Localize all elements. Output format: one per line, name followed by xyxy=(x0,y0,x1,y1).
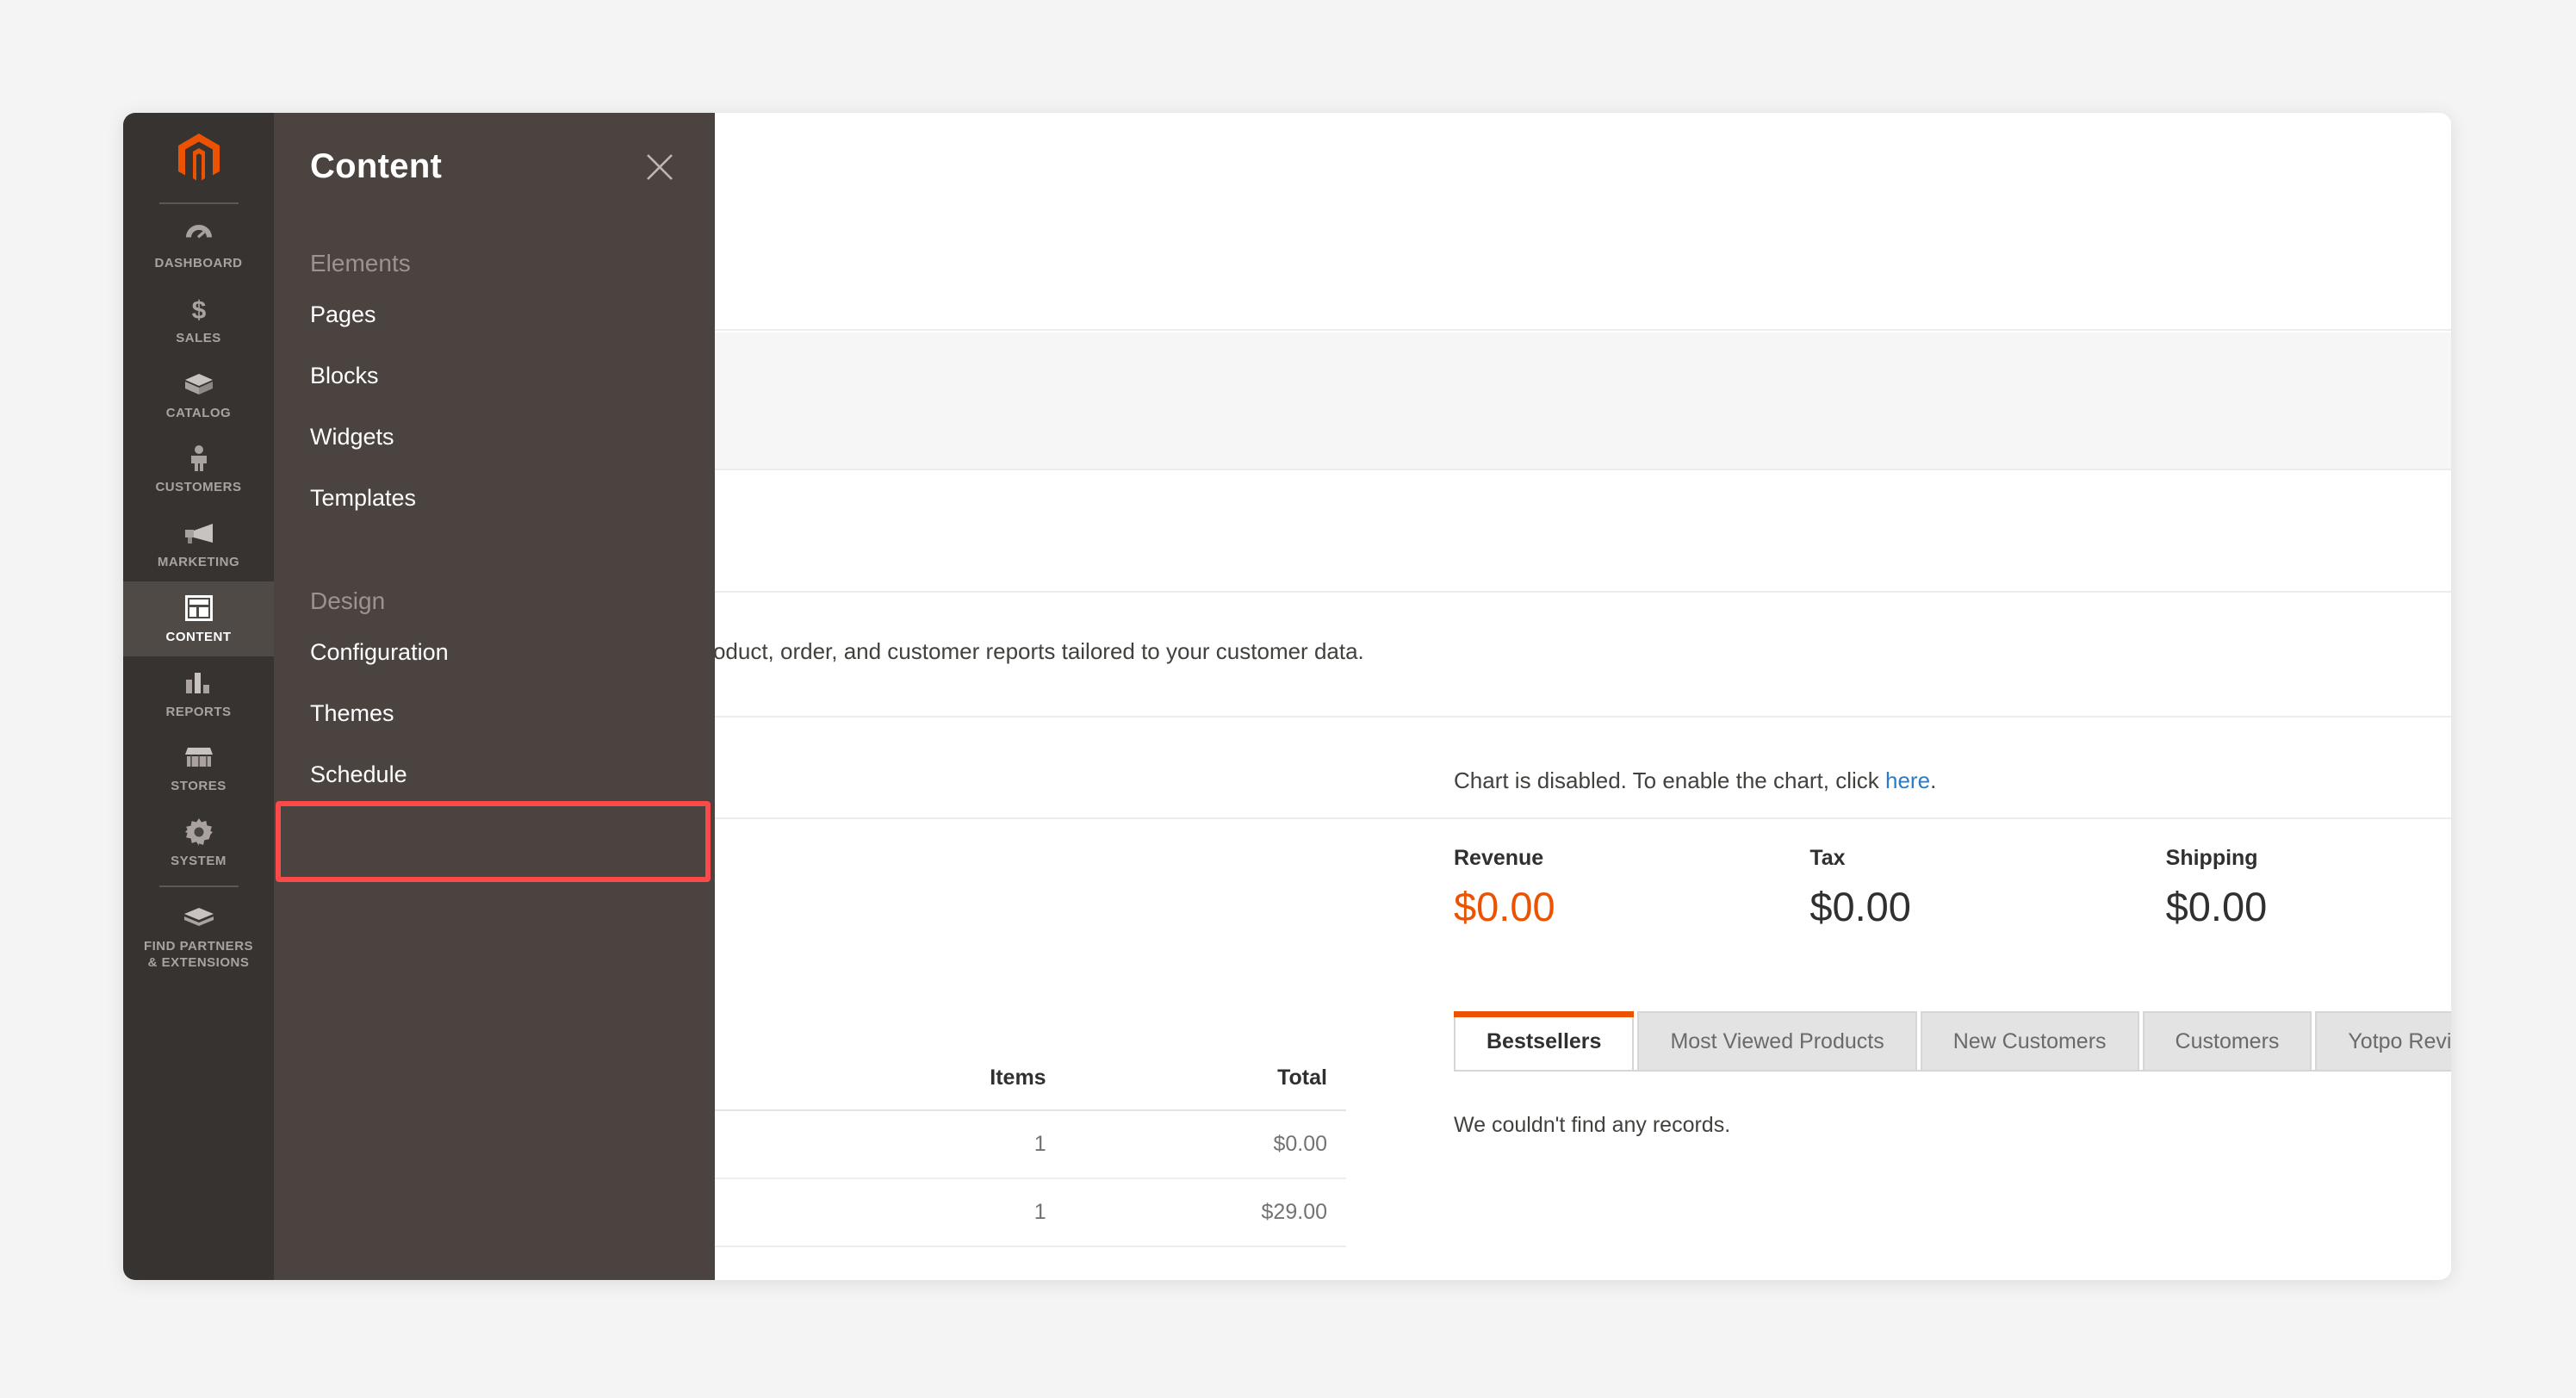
tab-customers-label: Customers xyxy=(2175,1028,2280,1053)
chart-disabled-note: Chart is disabled. To enable the chart, … xyxy=(1454,767,2451,794)
total-revenue: Revenue $0.00 xyxy=(1454,846,1809,930)
tab-bestsellers-label: Bestsellers xyxy=(1487,1028,1602,1053)
sidebar-item-find-partners-extensions[interactable]: FIND PARTNERS & EXTENSIONS xyxy=(123,891,274,982)
sidebar-item-sales-label: SALES xyxy=(176,330,221,345)
tab-yotpo-reviews[interactable]: Yotpo Reviews xyxy=(2315,1011,2451,1070)
storefront-icon xyxy=(127,742,270,772)
dashboard-totals-row: Revenue $0.00 Tax $0.00 Shipping $0.00 xyxy=(1454,846,2451,930)
flyout-item-blocks[interactable]: Blocks xyxy=(274,345,715,407)
person-icon xyxy=(127,444,270,473)
chart-note-prefix: Chart is disabled. To enable the chart, … xyxy=(1454,767,1886,793)
find-partners-line2: & EXTENSIONS xyxy=(147,954,250,970)
flyout-item-templates[interactable]: Templates xyxy=(274,468,715,529)
layout-icon xyxy=(127,593,270,623)
nav-divider-bottom xyxy=(158,885,239,887)
flyout-group-elements-title: Elements xyxy=(310,250,411,276)
flyout-group-design-title: Design xyxy=(310,587,386,614)
total-tax: Tax $0.00 xyxy=(1809,846,2165,930)
tab-most-viewed-products[interactable]: Most Viewed Products xyxy=(1637,1011,1917,1070)
flyout-item-widgets[interactable]: Widgets xyxy=(274,407,715,468)
dashboard-tabs: Bestsellers Most Viewed Products New Cus… xyxy=(1454,1011,2451,1072)
tab-new-customers-label: New Customers xyxy=(1952,1028,2107,1053)
sidebar-item-catalog-label: CATALOG xyxy=(165,405,232,420)
order-items-cell: 1 xyxy=(784,1178,1065,1247)
tab-customers[interactable]: Customers xyxy=(2142,1011,2312,1070)
total-shipping-label: Shipping xyxy=(2165,846,2258,870)
tab-bestsellers[interactable]: Bestsellers xyxy=(1454,1011,1635,1070)
screenshot-stage: d of your business' performance, using o… xyxy=(0,0,2576,1398)
admin-sidebar: DASHBOARD $ SALES CATALOG CUSTOMERS MARK… xyxy=(123,113,274,1280)
package-icon xyxy=(127,903,270,932)
sidebar-item-find-partners-extensions-label: FIND PARTNERS & EXTENSIONS xyxy=(144,939,253,970)
sidebar-item-dashboard-label: DASHBOARD xyxy=(154,256,243,270)
tab-new-customers[interactable]: New Customers xyxy=(1920,1011,2139,1070)
tab-most-viewed-products-label: Most Viewed Products xyxy=(1670,1028,1884,1053)
flyout-header: Content xyxy=(274,113,715,186)
sidebar-item-dashboard[interactable]: DASHBOARD xyxy=(123,208,274,283)
sidebar-item-reports[interactable]: REPORTS xyxy=(123,656,274,731)
svg-text:$: $ xyxy=(191,296,206,323)
bar-chart-icon xyxy=(127,668,270,698)
close-icon[interactable] xyxy=(641,148,679,186)
chart-note-suffix: . xyxy=(1930,767,1937,793)
total-tax-value: $0.00 xyxy=(1809,884,1911,929)
flyout-item-themes[interactable]: Themes xyxy=(274,683,715,744)
sidebar-item-reports-label: REPORTS xyxy=(165,704,232,719)
total-tax-label: Tax xyxy=(1809,846,1846,870)
sidebar-item-content[interactable]: CONTENT xyxy=(123,581,274,656)
enable-chart-link[interactable]: here xyxy=(1885,767,1930,793)
tab-empty-message: We couldn't find any records. xyxy=(1454,1113,1731,1137)
total-revenue-label: Revenue xyxy=(1454,846,1544,870)
find-partners-line1: FIND PARTNERS xyxy=(143,938,254,954)
flyout-item-schedule[interactable]: Schedule xyxy=(274,744,715,805)
content-flyout-menu: Content Elements Pages Blocks Widgets Te… xyxy=(274,113,715,1280)
flyout-item-configuration[interactable]: Configuration xyxy=(274,622,715,683)
sidebar-item-system[interactable]: SYSTEM xyxy=(123,805,274,880)
flyout-title: Content xyxy=(310,147,443,185)
sidebar-item-stores[interactable]: STORES xyxy=(123,730,274,805)
order-total-cell: $0.00 xyxy=(1065,1110,1346,1179)
order-total-cell: $29.00 xyxy=(1065,1178,1346,1247)
flyout-group-gap xyxy=(274,529,715,574)
sidebar-item-content-label: CONTENT xyxy=(165,629,232,644)
flyout-item-pages[interactable]: Pages xyxy=(274,284,715,345)
sidebar-item-customers[interactable]: CUSTOMERS xyxy=(123,432,274,506)
box-icon xyxy=(127,370,270,399)
sidebar-item-sales[interactable]: $ SALES xyxy=(123,283,274,357)
order-items-cell: 1 xyxy=(784,1110,1065,1179)
sidebar-item-customers-label: CUSTOMERS xyxy=(155,480,242,495)
dollar-icon: $ xyxy=(127,295,270,324)
flyout-groups: Elements Pages Blocks Widgets Templates … xyxy=(274,236,715,805)
sidebar-item-stores-label: STORES xyxy=(171,779,227,794)
gear-icon xyxy=(127,817,270,847)
dashboard-right-column: Chart is disabled. To enable the chart, … xyxy=(1454,767,2451,1138)
sidebar-item-catalog[interactable]: CATALOG xyxy=(123,357,274,432)
orders-col-items: Items xyxy=(784,1050,1065,1111)
total-revenue-value: $0.00 xyxy=(1454,884,1555,929)
total-shipping-value: $0.00 xyxy=(2165,884,2268,929)
magento-logo[interactable] xyxy=(123,113,274,197)
total-shipping: Shipping $0.00 xyxy=(2166,846,2451,930)
sidebar-item-marketing[interactable]: MARKETING xyxy=(123,506,274,581)
megaphone-icon xyxy=(127,519,270,548)
sidebar-item-system-label: SYSTEM xyxy=(171,854,227,868)
gauge-icon xyxy=(127,220,270,249)
tab-yotpo-reviews-label: Yotpo Reviews xyxy=(2348,1028,2451,1053)
nav-divider-top xyxy=(158,202,239,204)
sidebar-item-marketing-label: MARKETING xyxy=(157,555,240,569)
orders-col-total: Total xyxy=(1065,1050,1346,1111)
